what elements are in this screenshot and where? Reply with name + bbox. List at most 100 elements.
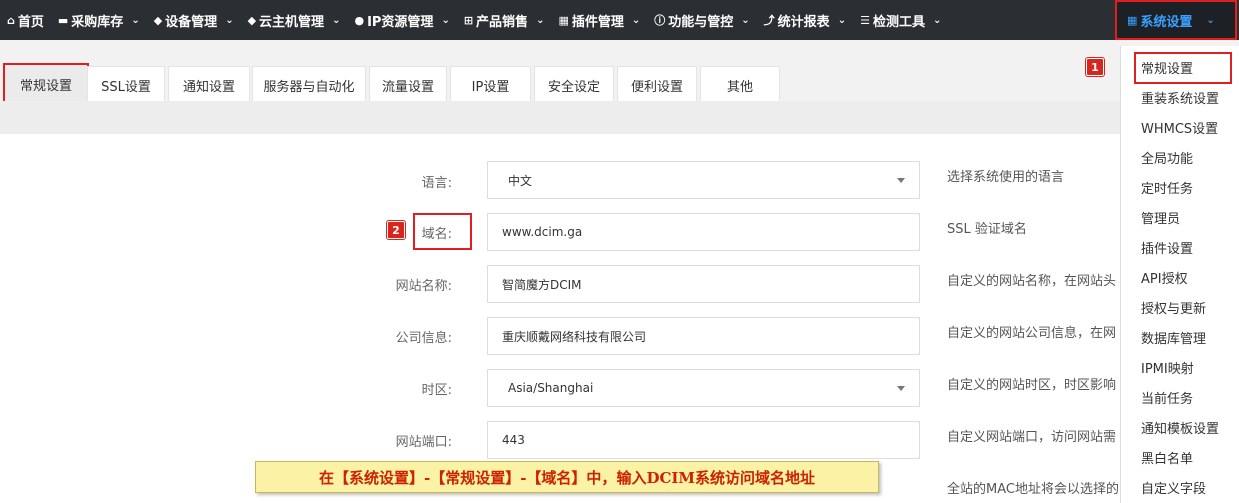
nav-product-sales[interactable]: ⊞ 产品销售 ⌄ [457, 0, 552, 40]
nav-cloud-label: 云主机管理 [259, 14, 325, 30]
line-chart-icon: ⤴ [763, 14, 775, 27]
domain-highlight-box [413, 213, 472, 250]
chevron-down-icon: ⌄ [131, 14, 140, 26]
chevron-down-icon: ⌄ [225, 14, 234, 26]
tab-content-header [0, 101, 1120, 134]
language-label: 语言: [421, 176, 452, 191]
chevron-down-icon: ⌄ [1206, 14, 1215, 26]
grid-icon: ▦ [558, 13, 569, 27]
chevron-down-icon: ⌄ [332, 14, 341, 26]
chevron-down-icon: ⌄ [837, 14, 847, 26]
list-icon: ☰ [860, 13, 870, 27]
menu-item-ipmi[interactable]: IPMI映射 [1141, 358, 1194, 377]
tab-general[interactable]: 常规设置 [3, 63, 89, 105]
menu-item-plugin[interactable]: 插件设置 [1141, 238, 1193, 257]
nav-detection-tools[interactable]: ☰ 检测工具 ⌄ [853, 0, 948, 40]
chevron-down-icon: ⌄ [741, 14, 750, 26]
language-select[interactable]: 中文 [487, 161, 920, 199]
nav-system-settings[interactable]: ▦ 系统设置 ⌄ [1115, 0, 1237, 40]
nav-function-control[interactable]: ⓘ 功能与管控 ⌄ [647, 0, 756, 40]
language-help: 选择系统使用的语言 [947, 170, 1065, 185]
map-marker-icon: ● [354, 13, 365, 27]
settings-form: 语言: 中文 选择系统使用的语言 域名: www.dcim.ga SSL 验证域… [0, 134, 1120, 503]
menu-item-tasks[interactable]: 当前任务 [1141, 388, 1193, 407]
menu-item-database[interactable]: 数据库管理 [1141, 328, 1206, 347]
site-name-input[interactable]: 智简魔方DCIM [487, 265, 920, 303]
timezone-label: 时区: [421, 383, 452, 398]
nav-purchase-label: 采购库存 [71, 14, 124, 30]
menu-item-cron[interactable]: 定时任务 [1141, 178, 1193, 197]
company-help: 自定义的网站公司信息，在网 [947, 326, 1117, 341]
port-label: 网站端口: [395, 435, 452, 450]
nav-sales-label: 产品销售 [476, 14, 529, 30]
chevron-down-icon: ⌄ [441, 14, 450, 26]
tab-ip[interactable]: IP设置 [450, 66, 531, 104]
nav-stats-label: 统计报表 [777, 14, 830, 30]
info-icon: ⓘ [654, 14, 666, 27]
menu-item-templates[interactable]: 通知模板设置 [1141, 418, 1219, 437]
site-name-help: 自定义的网站名称，在网站头 [947, 274, 1117, 289]
domain-input[interactable]: www.dcim.ga [487, 213, 920, 251]
nav-device-management[interactable]: ◆ 设备管理 ⌄ [147, 0, 241, 40]
cube-icon: ◆ [153, 13, 163, 27]
chevron-down-icon: ⌄ [536, 14, 545, 26]
site-name-value: 智简魔方DCIM [502, 277, 582, 292]
tab-traffic[interactable]: 流量设置 [369, 66, 447, 104]
nav-cloud-host[interactable]: ◆ 云主机管理 ⌄ [241, 0, 348, 40]
menu-item-license[interactable]: 授权与更新 [1141, 298, 1206, 317]
nav-function-label: 功能与管控 [668, 14, 734, 30]
nav-home-label: 首页 [17, 14, 44, 30]
grid-icon: ▦ [1127, 13, 1138, 27]
port-input[interactable]: 443 [487, 421, 920, 459]
tab-notification[interactable]: 通知设置 [168, 66, 250, 104]
domain-value: www.dcim.ga [502, 225, 583, 239]
step-marker-2: 2 [387, 221, 405, 239]
port-help: 自定义网站端口，访问网站需 [947, 430, 1117, 445]
tab-server-automation[interactable]: 服务器与自动化 [252, 66, 366, 104]
chevron-down-icon: ⌄ [631, 14, 641, 26]
tab-other[interactable]: 其他 [700, 66, 780, 104]
menu-item-blacklist[interactable]: 黑白名单 [1141, 448, 1193, 467]
company-label: 公司信息: [395, 331, 452, 346]
tab-ssl[interactable]: SSL设置 [87, 66, 165, 104]
tab-security[interactable]: 安全设定 [534, 66, 614, 104]
nav-ip-resource[interactable]: ● IP资源管理 ⌄ [347, 0, 456, 40]
nav-purchase-inventory[interactable]: ▬ 采购库存 ⌄ [51, 0, 147, 40]
timezone-help: 自定义的网站时区，时区影响 [947, 378, 1117, 393]
home-icon: ⌂ [7, 13, 15, 27]
language-value: 中文 [508, 173, 533, 188]
menu-item-whmcs[interactable]: WHMCS设置 [1141, 118, 1218, 137]
menu-item-admin[interactable]: 管理员 [1141, 208, 1180, 227]
nav-plugin-management[interactable]: ▦ 插件管理 ⌄ [551, 0, 647, 40]
step-marker-1: 1 [1086, 58, 1104, 76]
chevron-down-icon: ⌄ [932, 14, 942, 26]
nav-ip-label: IP资源管理 [367, 14, 434, 30]
menu-item-global[interactable]: 全局功能 [1141, 148, 1193, 167]
menu-item-reinstall[interactable]: 重装系统设置 [1141, 88, 1219, 107]
timezone-select[interactable]: Asia/Shanghai [487, 369, 920, 407]
cube-icon: ◆ [247, 13, 257, 27]
nav-system-label: 系统设置 [1140, 14, 1193, 30]
tab-convenience[interactable]: 便利设置 [617, 66, 697, 104]
nav-tools-label: 检测工具 [872, 14, 925, 30]
site-name-label: 网站名称: [395, 279, 452, 294]
inbox-icon: ▬ [57, 13, 69, 27]
nav-device-label: 设备管理 [165, 14, 218, 30]
top-navbar: ⌂ 首页 ▬ 采购库存 ⌄ ◆ 设备管理 ⌄ ◆ 云主机管理 ⌄ ● IP资源管理 ⌄ ⊞ 产品销售… [0, 0, 1239, 40]
port-value: 443 [502, 433, 525, 447]
nav-statistics[interactable]: ⤴ 统计报表 ⌄ [757, 0, 853, 40]
settings-tab-bar: 常规设置 SSL设置 通知设置 服务器与自动化 流量设置 IP设置 安全设定 便… [0, 46, 1120, 105]
menu-item-api[interactable]: API授权 [1141, 268, 1188, 287]
cart-icon: ⊞ [463, 13, 474, 27]
timezone-value: Asia/Shanghai [508, 381, 594, 395]
general-settings-highlight-box [1134, 52, 1232, 84]
nav-home[interactable]: ⌂ 首页 [0, 0, 51, 40]
nav-plugin-label: 插件管理 [571, 14, 624, 30]
system-settings-dropdown: 常规设置 重装系统设置 WHMCS设置 全局功能 定时任务 管理员 插件设置 A… [1120, 46, 1239, 503]
company-value: 重庆顺戴网络科技有限公司 [502, 329, 647, 344]
domain-help: SSL 验证域名 [947, 222, 1027, 237]
company-input[interactable]: 重庆顺戴网络科技有限公司 [487, 317, 920, 355]
instruction-caption: 在【系统设置】-【常规设置】-【域名】中，输入DCIM系统访问域名地址 [255, 461, 879, 493]
menu-item-custom-fields[interactable]: 自定义字段 [1141, 478, 1206, 497]
mac-help: 全站的MAC地址将会以选择的 [947, 482, 1119, 497]
